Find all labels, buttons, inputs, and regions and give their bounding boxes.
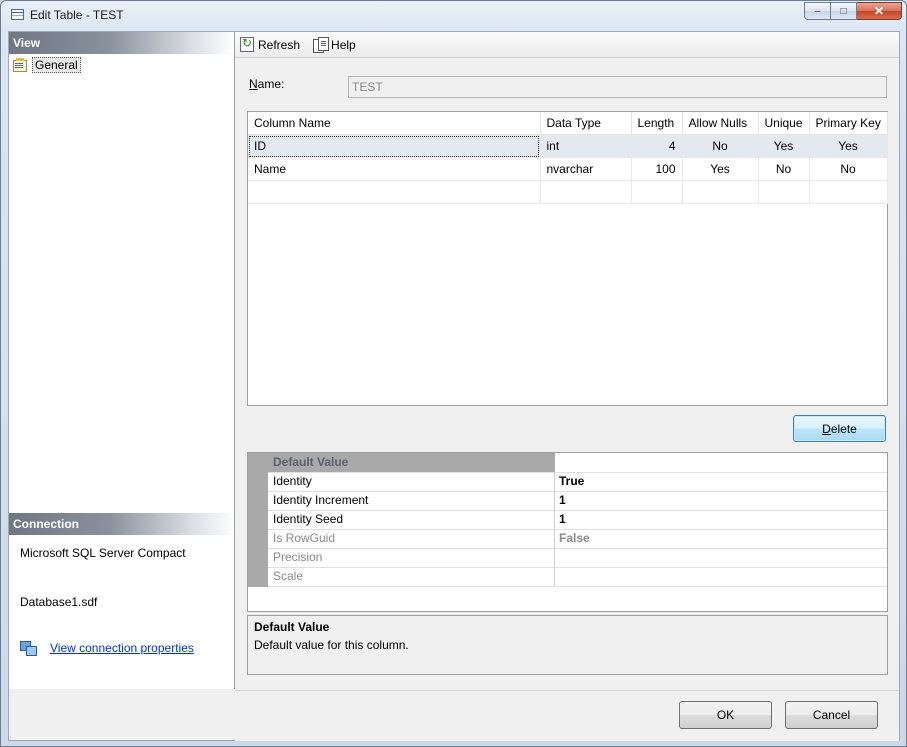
close-button[interactable]: ✕ [857, 2, 902, 20]
connection-database: Database1.sdf [20, 595, 98, 609]
connection-header: Connection [9, 513, 234, 535]
nav-item-general[interactable]: General [12, 56, 81, 73]
title-bar[interactable]: Edit Table - TEST – □ ✕ [1, 1, 906, 29]
cell-primary-key[interactable]: No [809, 157, 888, 181]
header-allow-nulls[interactable]: Allow Nulls [682, 112, 759, 135]
cell-length[interactable]: 100 [631, 157, 683, 181]
edit-table-window: Edit Table - TEST – □ ✕ View General Con… [0, 0, 907, 747]
cell-primary-key[interactable]: Yes [809, 134, 888, 158]
minimize-icon: – [814, 5, 821, 17]
header-data-type[interactable]: Data Type [540, 112, 632, 135]
window-title: Edit Table - TEST [30, 8, 124, 22]
property-value: False [559, 531, 590, 545]
cancel-button[interactable]: Cancel [785, 701, 878, 729]
cell-unique[interactable]: No [758, 157, 810, 181]
page-properties-icon [12, 57, 28, 72]
window-controls: – □ ✕ [804, 2, 902, 21]
cell-column-name[interactable]: ID [248, 134, 541, 158]
minimize-button[interactable]: – [804, 2, 831, 20]
view-connection-properties-link[interactable]: View connection properties [50, 641, 194, 655]
refresh-icon [240, 36, 254, 52]
columns-header-row: Column Name Data Type Length Allow Nulls… [248, 112, 888, 135]
columns-table: Column Name Data Type Length Allow Nulls… [248, 112, 888, 204]
nav-item-label: General [32, 56, 81, 73]
property-row-identity[interactable]: Identity True [268, 472, 887, 492]
property-name: Identity Seed [268, 510, 555, 529]
property-value[interactable]: 1 [556, 510, 887, 529]
column-properties-grid: Default Value Identity True Identity Inc… [247, 452, 888, 612]
description-text: Default value for this column. [254, 638, 409, 652]
cell-unique[interactable]: Yes [758, 134, 810, 158]
property-row-is-rowguid: Is RowGuid False [268, 529, 887, 549]
close-icon: ✕ [873, 4, 885, 18]
cell-primary-key[interactable] [809, 180, 888, 204]
property-value [556, 548, 887, 567]
property-row-identity-increment[interactable]: Identity Increment 1 [268, 491, 887, 511]
help-label: Help [331, 37, 356, 52]
table-name-field[interactable]: TEST [348, 76, 887, 98]
property-description-panel: Default Value Default value for this col… [247, 615, 888, 675]
property-name: Scale [268, 567, 555, 586]
cell-column-name[interactable] [248, 180, 541, 204]
columns-grid[interactable]: Column Name Data Type Length Allow Nulls… [247, 111, 888, 406]
delete-label-rest: elete [830, 421, 857, 436]
delete-button[interactable]: Delete [793, 415, 886, 442]
table-row[interactable]: Name nvarchar 100 Yes No No [248, 157, 888, 181]
cell-allow-nulls[interactable] [682, 180, 759, 204]
delete-mnemonic: D [822, 421, 831, 436]
refresh-button[interactable]: Refresh [240, 36, 301, 52]
property-row-scale: Scale [268, 567, 887, 587]
property-name: Default Value [268, 453, 555, 472]
table-row[interactable]: ID int 4 No Yes Yes [248, 134, 888, 158]
cell-length[interactable] [631, 180, 683, 204]
cell-length[interactable]: 4 [631, 134, 683, 158]
connection-properties-icon [20, 641, 37, 656]
connection-properties-row: View connection properties [20, 641, 194, 656]
dialog-footer: OK Cancel [235, 690, 899, 741]
table-icon [11, 9, 24, 20]
toolbar: Refresh Help [235, 32, 899, 58]
refresh-label: Refresh [258, 37, 301, 52]
connection-server: Microsoft SQL Server Compact [20, 546, 186, 560]
cell-allow-nulls[interactable]: Yes [682, 157, 759, 181]
property-value[interactable]: True [556, 472, 887, 491]
header-unique[interactable]: Unique [758, 112, 810, 135]
cell-unique[interactable] [758, 180, 810, 204]
cell-data-type[interactable] [540, 180, 632, 204]
header-column-name[interactable]: Column Name [248, 112, 541, 135]
name-label-mnemonic: N [249, 77, 258, 91]
left-pane: View General Connection Microsoft SQL Se… [9, 32, 235, 689]
property-row-default-value[interactable]: Default Value [268, 453, 887, 473]
ok-button[interactable]: OK [679, 701, 772, 729]
view-header: View [9, 32, 234, 54]
help-icon [313, 37, 330, 53]
property-value[interactable] [556, 453, 887, 472]
cell-data-type[interactable]: nvarchar [540, 157, 632, 181]
property-value[interactable]: 1 [556, 491, 887, 510]
description-title: Default Value [254, 620, 330, 634]
cell-data-type[interactable]: int [540, 134, 632, 158]
property-name: Is RowGuid [268, 529, 555, 548]
property-name: Precision [268, 548, 555, 567]
name-label: Name: [249, 77, 284, 91]
properties-gutter [248, 453, 268, 587]
table-row-new[interactable] [248, 180, 888, 204]
maximize-button[interactable]: □ [831, 2, 857, 20]
maximize-icon: □ [840, 5, 847, 17]
property-name: Identity Increment [268, 491, 555, 510]
header-primary-key[interactable]: Primary Key [809, 112, 888, 135]
help-button[interactable]: Help [313, 37, 356, 53]
cell-column-name[interactable]: Name [248, 157, 541, 181]
name-label-rest: ame: [257, 77, 285, 91]
property-row-precision: Precision [268, 548, 887, 568]
dialog-client-area: View General Connection Microsoft SQL Se… [8, 31, 900, 741]
property-name: Identity [268, 472, 555, 491]
property-row-identity-seed[interactable]: Identity Seed 1 [268, 510, 887, 530]
property-value [556, 567, 887, 586]
header-length[interactable]: Length [631, 112, 683, 135]
cell-allow-nulls[interactable]: No [682, 134, 759, 158]
